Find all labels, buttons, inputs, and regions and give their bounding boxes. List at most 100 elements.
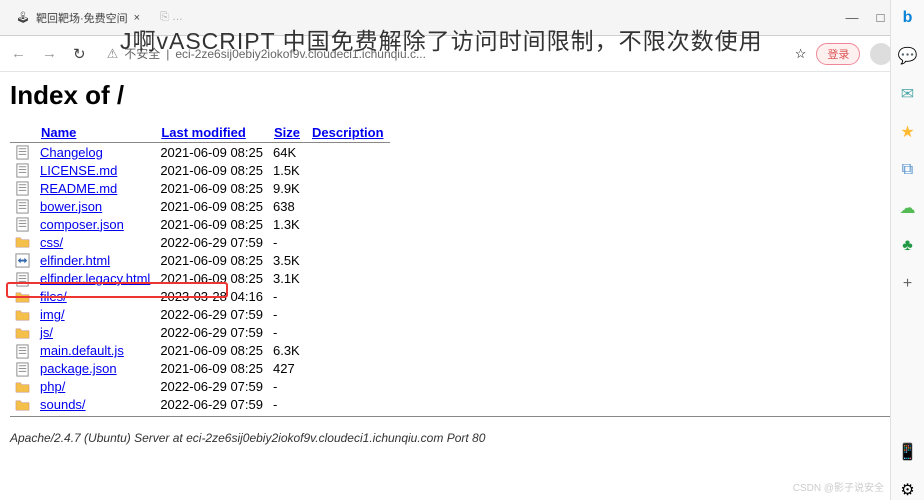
file-modified: 2021-06-09 08:25 (155, 360, 268, 378)
file-modified: 2022-06-29 07:59 (155, 233, 268, 251)
tree-icon[interactable]: ♣ (898, 236, 918, 256)
file-type-icon (10, 288, 35, 306)
file-size: 1.5K (268, 161, 306, 179)
file-modified: 2021-06-09 08:25 (155, 269, 268, 287)
mobile-icon[interactable]: 📱 (898, 442, 918, 462)
file-size: - (268, 396, 306, 414)
file-link[interactable]: sounds/ (40, 397, 86, 412)
file-link[interactable]: files/ (40, 289, 67, 304)
file-size: - (268, 324, 306, 342)
file-size: 3.1K (268, 269, 306, 287)
file-link[interactable]: php/ (40, 379, 65, 394)
file-link[interactable]: elfinder.legacy.html (40, 271, 150, 286)
mail-icon[interactable]: ✉ (898, 84, 918, 104)
tab-title: 靶回靶场·免费空间 (36, 10, 128, 26)
settings-icon[interactable]: ⚙ (898, 480, 918, 500)
table-row: composer.json 2021-06-09 08:251.3K (10, 215, 390, 233)
collections-icon[interactable]: ⧉ (898, 160, 918, 180)
plus-icon[interactable]: + (898, 274, 918, 294)
file-type-icon (10, 197, 35, 215)
file-modified: 2021-06-09 08:25 (155, 251, 268, 269)
file-link[interactable]: composer.json (40, 217, 124, 232)
file-size: - (268, 233, 306, 251)
star-icon[interactable]: ★ (898, 122, 918, 142)
file-link[interactable]: README.md (40, 181, 117, 196)
file-type-icon (10, 269, 35, 287)
table-row: php/2022-06-29 07:59- (10, 378, 390, 396)
col-modified[interactable]: Last modified (161, 125, 246, 140)
overlay-banner: J啊vASCRIPT 中国免费解除了访问时间限制，不限次数使用 (120, 22, 763, 56)
col-desc[interactable]: Description (312, 125, 384, 140)
file-link[interactable]: main.default.js (40, 343, 124, 358)
file-size: 638 (268, 197, 306, 215)
file-modified: 2021-06-09 08:25 (155, 342, 268, 360)
watermark: CSDN @影子说安全 (793, 479, 884, 494)
file-modified: 2021-06-09 08:25 (155, 197, 268, 215)
file-link[interactable]: package.json (40, 361, 117, 376)
col-name[interactable]: Name (41, 125, 76, 140)
page-title: Index of / (10, 80, 914, 111)
file-type-icon (10, 179, 35, 197)
file-modified: 2021-06-09 08:25 (155, 179, 268, 197)
bing-icon[interactable]: b (898, 8, 918, 28)
tab-favicon-icon: 🕹 (16, 11, 30, 25)
file-type-icon (10, 306, 35, 324)
table-row: LICENSE.md 2021-06-09 08:251.5K (10, 161, 390, 179)
file-modified: 2022-06-29 07:59 (155, 396, 268, 414)
file-type-icon (10, 143, 35, 162)
back-button[interactable]: ← (8, 42, 29, 65)
file-type-icon (10, 378, 35, 396)
table-row: elfinder.legacy.html 2021-06-09 08:253.1K (10, 269, 390, 287)
file-link[interactable]: LICENSE.md (40, 163, 117, 178)
page-content: Index of / Name Last modified Size Descr… (0, 72, 924, 453)
favorite-icon[interactable]: ☆ (795, 46, 807, 62)
table-row: bower.json 2021-06-09 08:25638 (10, 197, 390, 215)
file-size: 64K (268, 143, 306, 162)
cloud-icon[interactable]: ☁ (898, 198, 918, 218)
maximize-button[interactable]: □ (877, 10, 885, 25)
file-modified: 2022-06-29 07:59 (155, 324, 268, 342)
file-modified: 2021-06-09 08:25 (155, 215, 268, 233)
refresh-button[interactable]: ↻ (70, 42, 89, 66)
file-modified: 2021-06-09 08:25 (155, 161, 268, 179)
file-size: - (268, 288, 306, 306)
file-type-icon (10, 342, 35, 360)
table-row: sounds/2022-06-29 07:59- (10, 396, 390, 414)
file-modified: 2022-06-29 07:59 (155, 378, 268, 396)
file-type-icon (10, 233, 35, 251)
file-type-icon (10, 251, 35, 269)
forward-button: → (39, 42, 60, 65)
file-modified: 2023-03-28 04:16 (155, 288, 268, 306)
login-button[interactable]: 登录 (816, 43, 860, 65)
file-size: - (268, 306, 306, 324)
file-link[interactable]: bower.json (40, 199, 102, 214)
table-row: img/2022-06-29 07:59- (10, 306, 390, 324)
table-row: elfinder.html 2021-06-09 08:253.5K (10, 251, 390, 269)
right-sidebar: b 💬 ✉ ★ ⧉ ☁ ♣ + 📱 ⚙ (890, 0, 924, 500)
file-type-icon (10, 215, 35, 233)
file-size: - (268, 378, 306, 396)
server-footer: Apache/2.4.7 (Ubuntu) Server at eci-2ze6… (10, 431, 914, 445)
file-type-icon (10, 324, 35, 342)
file-link[interactable]: js/ (40, 325, 53, 340)
table-row: Changelog 2021-06-09 08:2564K (10, 143, 390, 162)
file-size: 1.3K (268, 215, 306, 233)
table-row: files/2023-03-28 04:16- (10, 288, 390, 306)
chat-icon[interactable]: 💬 (898, 46, 918, 66)
insecure-icon: ⚠ (107, 46, 119, 62)
table-row: README.md 2021-06-09 08:259.9K (10, 179, 390, 197)
file-size: 6.3K (268, 342, 306, 360)
file-modified: 2021-06-09 08:25 (155, 143, 268, 162)
table-row: css/2022-06-29 07:59- (10, 233, 390, 251)
file-type-icon (10, 360, 35, 378)
directory-listing: Name Last modified Size Description Chan… (10, 123, 390, 414)
file-type-icon (10, 161, 35, 179)
file-size: 9.9K (268, 179, 306, 197)
file-link[interactable]: img/ (40, 307, 65, 322)
file-size: 3.5K (268, 251, 306, 269)
minimize-button[interactable]: — (846, 10, 859, 25)
file-link[interactable]: elfinder.html (40, 253, 110, 268)
file-link[interactable]: css/ (40, 235, 63, 250)
file-link[interactable]: Changelog (40, 145, 103, 160)
col-size[interactable]: Size (274, 125, 300, 140)
